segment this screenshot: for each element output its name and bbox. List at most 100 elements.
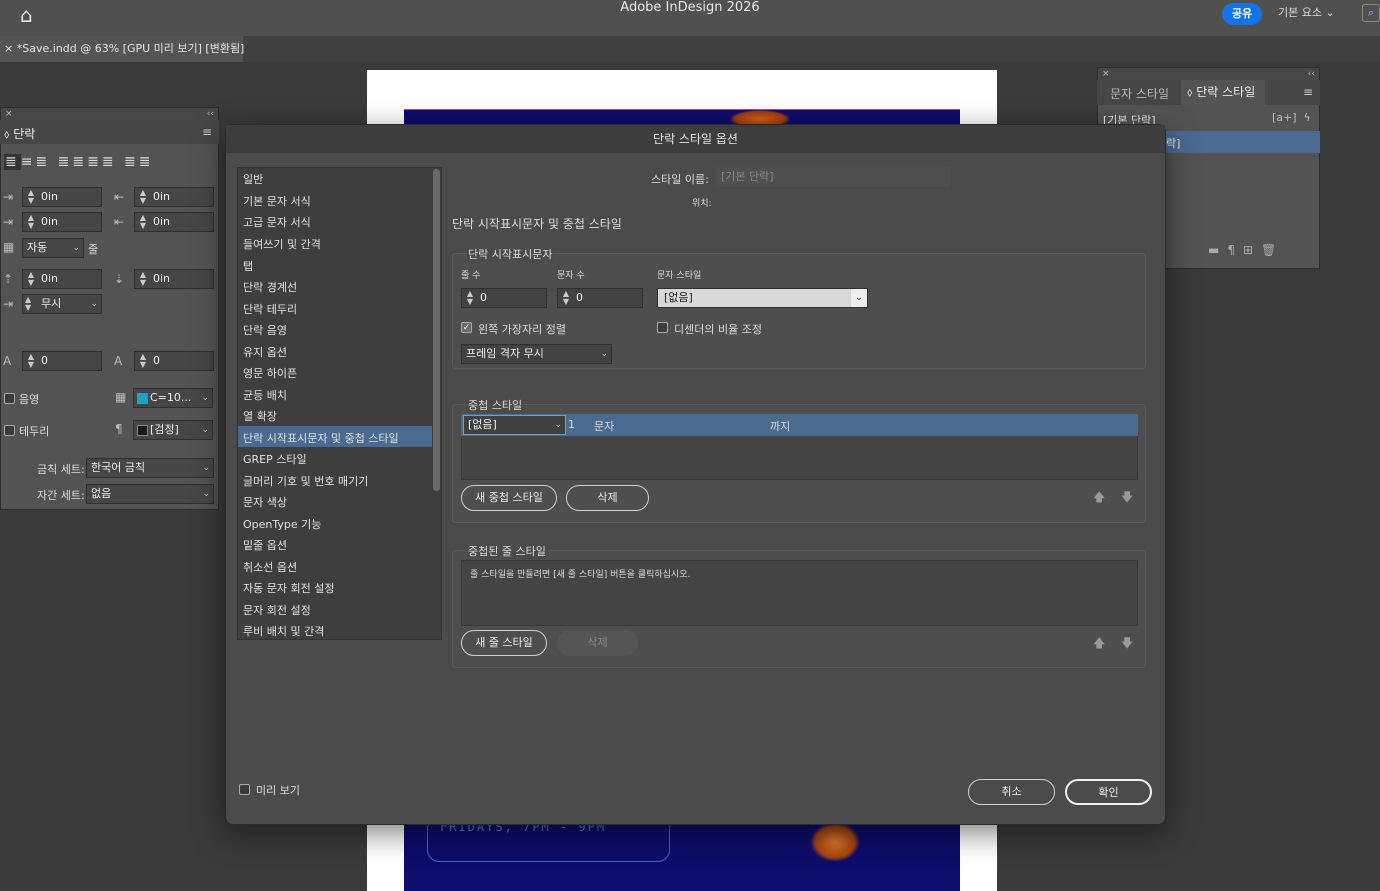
category-item[interactable]: 자동 문자 회전 설정 xyxy=(243,580,334,596)
nested-style-unit[interactable]: 문자 xyxy=(594,418,614,434)
category-item[interactable]: 단락 경계선 xyxy=(243,279,297,295)
frame-grid-select[interactable]: 프레임 격자 무시 ⌄ xyxy=(461,344,612,364)
document-tab[interactable]: × *Save.indd @ 63% [GPU 미리 보기] [변환됨] xyxy=(0,36,245,62)
drop-cap-lines-field[interactable]: ▲ ▼ 0 xyxy=(22,351,102,371)
stepper-icon[interactable]: ▲ ▼ xyxy=(25,214,37,230)
nested-style-select[interactable]: [없음] ⌄ xyxy=(463,415,566,435)
preview-checkbox[interactable] xyxy=(239,784,250,795)
move-down-icon[interactable]: 🡇 xyxy=(1121,634,1133,655)
stepper-icon[interactable]: ▲ ▼ xyxy=(137,189,149,205)
category-item[interactable]: 글머리 기호 및 번호 매기기 xyxy=(243,473,368,489)
collapse-icon[interactable]: ‹‹ xyxy=(1308,68,1315,80)
folder-icon[interactable]: ▬ xyxy=(1208,243,1227,257)
share-button[interactable]: 공유 xyxy=(1222,3,1262,25)
stepper-icon[interactable]: ▲ ▼ xyxy=(137,271,149,287)
delete-nested-style-button[interactable]: 삭제 xyxy=(566,485,649,511)
document-tab-label: *Save.indd @ 63% [GPU 미리 보기] [변환됨] xyxy=(16,42,245,55)
stepper-icon[interactable]: ▲ ▼ xyxy=(560,290,572,306)
stepper-icon[interactable]: ▲ ▼ xyxy=(137,353,149,369)
ok-button[interactable]: 확인 xyxy=(1065,779,1152,805)
align-left-edge-checkbox[interactable]: ✓ xyxy=(461,322,472,333)
category-scrollbar[interactable] xyxy=(433,169,440,491)
category-item[interactable]: OpenType 기능 xyxy=(243,516,321,532)
new-style-icon[interactable]: [a+] xyxy=(1272,111,1297,124)
move-up-icon[interactable]: 🡅 xyxy=(1093,488,1105,509)
align-left-icon[interactable]: ≣ xyxy=(4,154,21,170)
category-item[interactable]: 밑줄 옵션 xyxy=(243,537,287,553)
lines-label: 줄 수 xyxy=(461,271,481,281)
panel-menu-icon[interactable]: ≡ xyxy=(1303,85,1313,99)
style-name-field[interactable]: [기본 단락] xyxy=(716,167,950,187)
shading-color-select[interactable]: C=10... ⌄ xyxy=(133,388,213,408)
category-item[interactable]: 단락 시작표시문자 및 중첩 스타일 xyxy=(243,430,399,446)
lightning-icon[interactable]: ϟ xyxy=(1304,111,1311,124)
panel-menu-icon[interactable]: ≡ xyxy=(202,125,212,139)
category-item[interactable]: 일반 xyxy=(243,171,263,187)
category-item[interactable]: 균등 배치 xyxy=(243,387,287,403)
new-line-style-button[interactable]: 새 줄 스타일 xyxy=(461,630,547,656)
drop-cap-lines-input[interactable]: ▲ ▼ 0 xyxy=(461,288,547,308)
search-icon[interactable]: ⌕ xyxy=(1362,4,1380,22)
stepper-icon[interactable]: ▲ ▼ xyxy=(25,353,37,369)
category-item[interactable]: 취소선 옵션 xyxy=(243,559,297,575)
trash-icon[interactable]: 🗑 xyxy=(1261,243,1284,257)
shading-checkbox[interactable] xyxy=(4,393,15,404)
category-item[interactable]: 문자 색상 xyxy=(243,494,287,510)
clear-overrides-icon[interactable]: ¶ xyxy=(1227,243,1243,257)
style-item-selected-label: 락] xyxy=(1166,137,1181,150)
scale-descender-checkbox[interactable] xyxy=(657,322,668,333)
category-item[interactable]: 유지 옵션 xyxy=(243,344,287,360)
cancel-button[interactable]: 취소 xyxy=(968,779,1055,805)
space-before-field[interactable]: ▲ ▼ 0in xyxy=(22,269,102,289)
style-override-icons[interactable]: [a+] ϟ xyxy=(1272,111,1311,124)
new-nested-style-button[interactable]: 새 중첩 스타일 xyxy=(461,485,557,511)
baseline-select[interactable]: ▲ ▼ 무시 ⌄ xyxy=(22,294,102,314)
first-line-indent-field[interactable]: ▲ ▼ 0in xyxy=(22,212,102,232)
move-down-icon[interactable]: 🡇 xyxy=(1121,488,1133,509)
close-icon[interactable]: × xyxy=(5,109,13,119)
category-item[interactable]: 문자 회전 설정 xyxy=(243,602,311,618)
border-checkbox[interactable] xyxy=(4,425,15,436)
drop-cap-chars-field[interactable]: ▲ ▼ 0 xyxy=(134,351,214,371)
category-item[interactable]: 루비 배치 및 간격 xyxy=(243,623,324,639)
drop-cap-chars-input[interactable]: ▲ ▼ 0 xyxy=(557,288,643,308)
shading-label: 음영 xyxy=(19,393,40,406)
align-to-grid-select[interactable]: 자동 ⌄ xyxy=(22,238,84,258)
category-item[interactable]: 고급 문자 서식 xyxy=(243,214,311,230)
stepper-icon[interactable]: ▲ ▼ xyxy=(464,290,476,306)
space-after-field[interactable]: ▲ ▼ 0in xyxy=(134,269,214,289)
category-item[interactable]: 단락 테두리 xyxy=(243,301,297,317)
category-item[interactable]: 들여쓰기 및 간격 xyxy=(243,236,321,252)
paragraph-panel-tab[interactable]: ⬨ 단락 xyxy=(4,125,35,142)
alignment-buttons[interactable]: ≣≡≣ ≣≣≣≣ ≣≣ xyxy=(4,154,153,170)
category-item[interactable]: 단락 음영 xyxy=(243,322,287,338)
right-indent-field[interactable]: ▲ ▼ 0in xyxy=(134,187,214,207)
nested-style-until[interactable]: 까지 xyxy=(770,418,790,434)
move-up-icon[interactable]: 🡅 xyxy=(1093,634,1105,655)
left-indent-field[interactable]: ▲ ▼ 0in xyxy=(22,187,102,207)
last-line-indent-field[interactable]: ▲ ▼ 0in xyxy=(134,212,214,232)
kinsoku-select[interactable]: 한국어 금칙 ⌄ xyxy=(86,458,214,478)
tab-paragraph-styles[interactable]: ⬨ 단락 스타일 xyxy=(1181,80,1265,105)
char-style-select[interactable]: [없음] ⌄ xyxy=(657,288,868,308)
tab-character-styles[interactable]: 문자 스타일 xyxy=(1110,85,1169,102)
stepper-icon[interactable]: ▲ ▼ xyxy=(25,296,31,312)
stepper-icon[interactable]: ▲ ▼ xyxy=(25,189,37,205)
category-item[interactable]: 열 확장 xyxy=(243,408,277,424)
category-item[interactable]: 영문 하이픈 xyxy=(243,365,297,381)
stepper-icon[interactable]: ▲ ▼ xyxy=(137,214,149,230)
baseline-icon: ⇥ xyxy=(3,297,14,311)
new-item-icon[interactable]: ⊞ xyxy=(1243,243,1261,257)
panel-bottom-toolbar[interactable]: ▬¶⊞🗑 xyxy=(1208,243,1284,257)
category-item[interactable]: 탭 xyxy=(243,258,253,274)
stepper-icon[interactable]: ▲ ▼ xyxy=(25,271,37,287)
close-icon[interactable]: × xyxy=(4,42,13,55)
workspace-switcher[interactable]: 기본 요소 ⌄ xyxy=(1278,4,1335,20)
border-color-select[interactable]: [검정] ⌄ xyxy=(133,420,213,440)
nested-style-count[interactable]: 1 xyxy=(568,418,575,431)
mojikumi-select[interactable]: 없음 ⌄ xyxy=(86,484,214,504)
category-item[interactable]: 기본 문자 서식 xyxy=(243,193,311,209)
category-item[interactable]: GREP 스타일 xyxy=(243,451,307,467)
close-icon[interactable]: × xyxy=(1102,69,1110,79)
collapse-icon[interactable]: ‹‹ xyxy=(207,108,214,120)
